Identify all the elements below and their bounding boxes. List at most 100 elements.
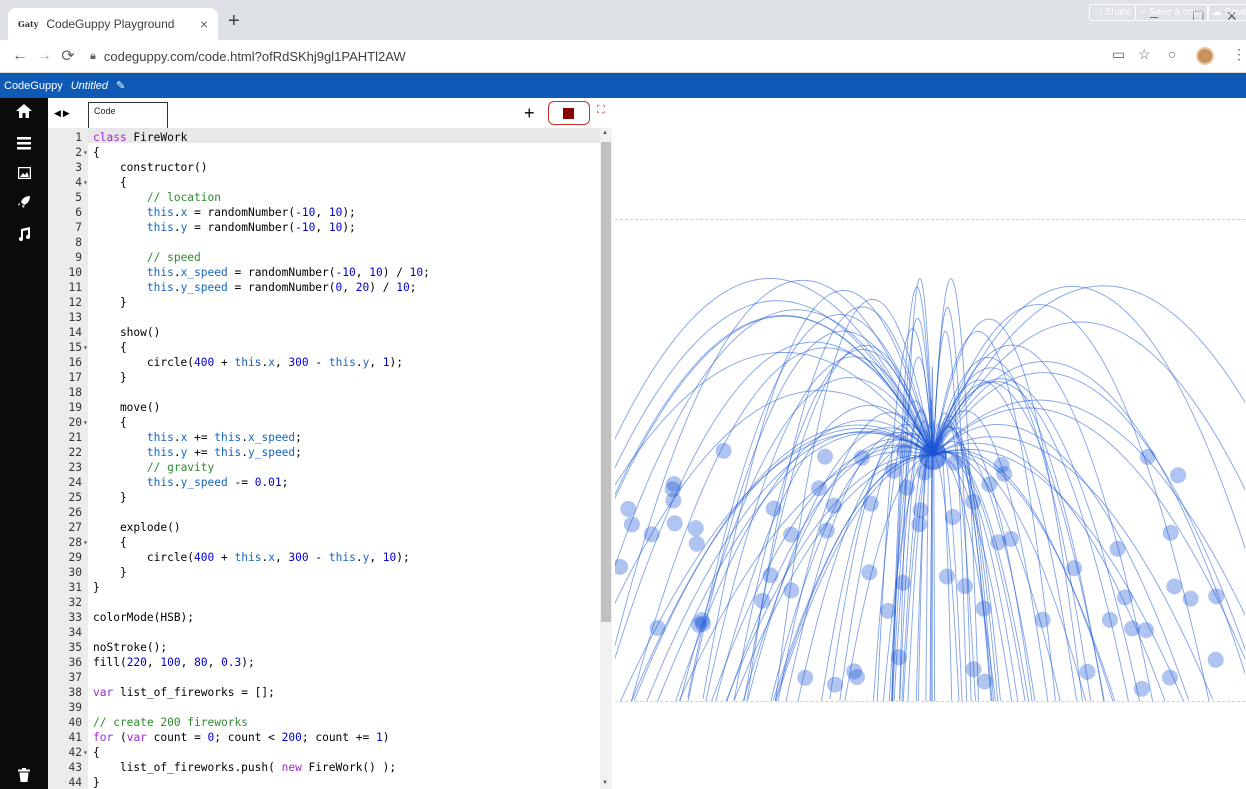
pencil-icon[interactable]: ✎	[116, 79, 125, 92]
editor-scrollbar[interactable]: ▲ ▼	[600, 128, 612, 789]
code-text: this.x += this.x_speed;	[146, 431, 302, 444]
image-icon[interactable]	[0, 166, 48, 184]
code-line[interactable]: 34	[48, 625, 600, 640]
new-tab-button[interactable]: +	[228, 10, 240, 33]
tab-close-button[interactable]: ×	[200, 16, 208, 32]
share-button[interactable]: ◁ Share	[1089, 4, 1137, 21]
code-line[interactable]: 23 // gravity	[48, 460, 600, 475]
url-field[interactable]: 🔒︎ codeguppy.com/code.html?ofRdSKhj9gl1P…	[90, 49, 406, 64]
code-line[interactable]: 25 }	[48, 490, 600, 505]
code-line[interactable]: 24 this.y_speed -= 0.01;	[48, 475, 600, 490]
code-line[interactable]: 19 move()	[48, 400, 600, 415]
code-line[interactable]: 1 class FireWork	[48, 130, 600, 145]
firework-trail	[932, 407, 1245, 660]
code-line[interactable]: 44}	[48, 775, 600, 789]
fold-icon[interactable]: ▾	[83, 340, 89, 355]
trash-icon[interactable]	[0, 768, 48, 787]
add-file-button[interactable]: +	[524, 103, 535, 124]
home-icon[interactable]	[0, 104, 48, 123]
code-line[interactable]: 17 }	[48, 370, 600, 385]
code-line[interactable]: 21 this.x += this.x_speed;	[48, 430, 600, 445]
scrollbar-thumb[interactable]	[601, 142, 611, 622]
fold-icon[interactable]: ▾	[83, 415, 89, 430]
bookmark-star-icon[interactable]: ☆	[1138, 46, 1151, 63]
code-line[interactable]: 32	[48, 595, 600, 610]
code-line[interactable]: 39	[48, 700, 600, 715]
code-line[interactable]: 42 ▾ {	[48, 745, 600, 760]
code-line[interactable]: 27 explode()	[48, 520, 600, 535]
fold-icon[interactable]: ▾	[83, 535, 89, 550]
code-line[interactable]: 2 ▾ {	[48, 145, 600, 160]
code-line[interactable]: 8	[48, 235, 600, 250]
firework-particle	[754, 592, 771, 609]
reload-icon[interactable]: ⟳	[56, 46, 80, 66]
code-line[interactable]: 4 ▾ {	[48, 175, 600, 190]
line-number: 10	[68, 266, 82, 279]
code-file-tab[interactable]: Code	[88, 102, 168, 128]
rocket-icon[interactable]	[0, 195, 48, 214]
code-line[interactable]: 31}	[48, 580, 600, 595]
code-line[interactable]: 6 this.x = randomNumber(-10, 10);	[48, 205, 600, 220]
code-line[interactable]: 10 this.x_speed = randomNumber(-10, 10) …	[48, 265, 600, 280]
code-line[interactable]: 7 this.y = randomNumber(-10, 10);	[48, 220, 600, 235]
code-text: class FireWork	[93, 131, 188, 144]
menu-icon[interactable]	[0, 136, 48, 155]
code-line[interactable]: 41 for (var count = 0; count < 200; count…	[48, 730, 600, 745]
code-line[interactable]: 15 ▾ {	[48, 340, 600, 355]
expand-editor-icon[interactable]: ⛶	[597, 104, 605, 117]
firework-particle	[620, 500, 637, 517]
code-line[interactable]: 20 ▾ {	[48, 415, 600, 430]
forward-arrow-icon[interactable]: →	[32, 47, 56, 65]
browser-tab[interactable]: Gaty CodeGuppy Playground ×	[8, 8, 218, 40]
code-line[interactable]: 33 colorMode(HSB);	[48, 610, 600, 625]
code-line[interactable]: 35 noStroke();	[48, 640, 600, 655]
code-line[interactable]: 16 circle(400 + this.x, 300 - this.y, 1)…	[48, 355, 600, 370]
code-line[interactable]: 29 circle(400 + this.x, 300 - this.y, 10…	[48, 550, 600, 565]
profile-avatar[interactable]	[1196, 47, 1214, 65]
brand-name[interactable]: CodeGuppy	[4, 80, 63, 92]
code-line[interactable]: 22 this.y += this.y_speed;	[48, 445, 600, 460]
code-line[interactable]: 12 }	[48, 295, 600, 310]
code-line[interactable]: 11 this.y_speed = randomNumber(0, 20) / …	[48, 280, 600, 295]
save-copy-button[interactable]: ⑂ Save a copy	[1135, 4, 1209, 21]
code-text: fill(220, 100, 80, 0.3);	[93, 656, 255, 669]
line-number: 9	[75, 251, 82, 264]
code-line[interactable]: 14 show()	[48, 325, 600, 340]
fold-icon[interactable]: ▾	[83, 175, 89, 190]
code-line[interactable]: 26	[48, 505, 600, 520]
browser-menu-icon[interactable]: ⋮	[1232, 46, 1246, 63]
stop-button[interactable]	[548, 101, 590, 125]
code-line[interactable]: 36 fill(220, 100, 80, 0.3);	[48, 655, 600, 670]
code-line[interactable]: 40 // create 200 fireworks	[48, 715, 600, 730]
code-editor[interactable]: 1 class FireWork 2 ▾{3 constructor() 4 ▾ {5 /…	[48, 128, 600, 789]
back-arrow-icon[interactable]: ←	[8, 47, 32, 65]
address-bar-row: ← → ⟳ 🔒︎ codeguppy.com/code.html?ofRdSKh…	[0, 40, 1246, 73]
code-line[interactable]: 38 var list_of_fireworks = [];	[48, 685, 600, 700]
cast-icon[interactable]: ▭	[1112, 46, 1125, 63]
code-line[interactable]: 43 list_of_fireworks.push( new FireWork(…	[48, 760, 600, 775]
fold-icon[interactable]: ▾	[83, 745, 89, 760]
line-number: 13	[68, 311, 82, 324]
code-line[interactable]: 28 ▾ {	[48, 535, 600, 550]
firework-particle	[894, 574, 911, 591]
extension-icon[interactable]: ○	[1168, 46, 1176, 62]
code-line[interactable]: 13	[48, 310, 600, 325]
line-number: 36	[68, 656, 82, 669]
project-name[interactable]: Untitled	[71, 80, 108, 92]
save-label: Save	[1224, 7, 1246, 18]
fold-icon[interactable]: ▾	[83, 145, 89, 160]
music-icon[interactable]	[0, 227, 48, 246]
line-number: 43	[68, 761, 82, 774]
code-line[interactable]: 3 constructor()	[48, 160, 600, 175]
sketch-canvas[interactable]	[615, 219, 1245, 702]
code-line[interactable]: 30 }	[48, 565, 600, 580]
code-line[interactable]: 18	[48, 385, 600, 400]
scroll-down-icon[interactable]: ▼	[602, 780, 608, 786]
toggle-panels-icon[interactable]: ◀▶	[54, 108, 72, 119]
code-line[interactable]: 9 // speed	[48, 250, 600, 265]
firework-particle	[1207, 651, 1224, 668]
scroll-up-icon[interactable]: ▲	[602, 130, 608, 136]
code-line[interactable]: 5 // location	[48, 190, 600, 205]
code-line[interactable]: 37	[48, 670, 600, 685]
save-button[interactable]: ☁ Save	[1207, 4, 1246, 21]
